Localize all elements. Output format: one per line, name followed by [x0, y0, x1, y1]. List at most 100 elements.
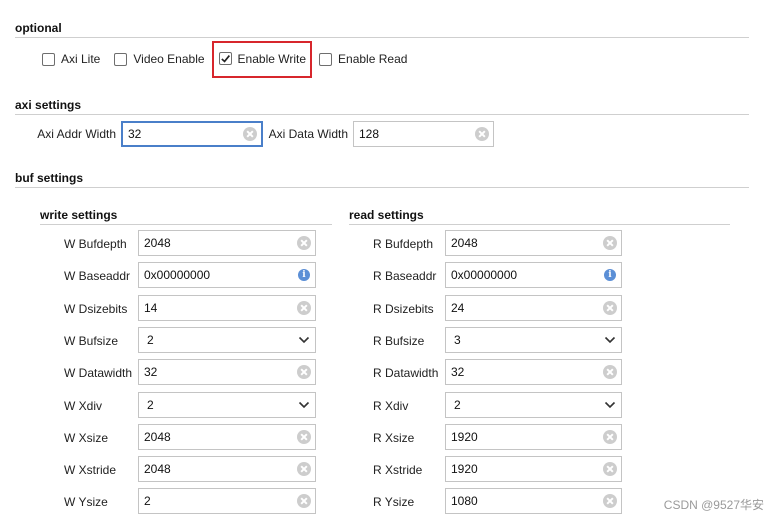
r-ysize-label: R Ysize — [373, 495, 415, 510]
w-ysize-input[interactable]: 2 — [138, 488, 316, 515]
w-datawidth-value: 32 — [144, 365, 158, 380]
clear-icon[interactable] — [293, 494, 315, 509]
w-xstride-input[interactable]: 2048 — [138, 456, 316, 483]
r-baseaddr-label: R Baseaddr — [373, 269, 437, 284]
w-dsizebits-input[interactable]: 14 — [138, 294, 316, 321]
r-ysize-value: 1080 — [451, 494, 478, 509]
buf-divider — [15, 187, 749, 188]
checkbox-label: Video Enable — [133, 52, 205, 66]
checkbox-box-icon[interactable] — [319, 52, 333, 66]
clear-icon[interactable] — [293, 236, 315, 250]
clear-icon[interactable] — [239, 127, 261, 141]
r-xsize-label: R Xsize — [373, 430, 415, 445]
w-bufdepth-value: 2048 — [144, 236, 171, 250]
w-bufdepth-label: W Bufdepth — [64, 237, 127, 251]
w-baseaddr-input[interactable]: 0x00000000 i — [138, 262, 316, 289]
chevron-down-icon[interactable] — [599, 336, 621, 344]
r-ysize-input[interactable]: 1080 — [445, 488, 622, 515]
w-ysize-label: W Ysize — [64, 495, 108, 510]
axi-divider — [15, 114, 749, 115]
clear-icon[interactable] — [599, 236, 621, 250]
r-xdiv-value: 2 — [454, 397, 461, 412]
chevron-down-icon[interactable] — [293, 336, 315, 344]
axi-addr-width-value: 32 — [128, 127, 142, 141]
axi-data-width-value: 128 — [359, 127, 380, 141]
read-settings-divider — [349, 224, 730, 225]
write-settings-title: write settings — [40, 208, 118, 222]
clear-icon[interactable] — [599, 429, 621, 444]
r-datawidth-label: R Datawidth — [373, 366, 439, 381]
buf-section-title: buf settings — [15, 171, 83, 185]
r-bufdepth-value: 2048 — [451, 236, 478, 250]
axi-section-title: axi settings — [15, 98, 82, 112]
r-bufsize-select[interactable]: 3 — [445, 326, 622, 353]
info-icon[interactable]: i — [599, 269, 621, 282]
w-baseaddr-value: 0x00000000 — [144, 268, 211, 283]
checkbox-label: Enable Read — [338, 52, 408, 66]
r-dsizebits-input[interactable]: 24 — [445, 294, 622, 321]
watermark: CSDN @9527华安 — [663, 498, 764, 512]
clear-icon[interactable] — [599, 365, 621, 380]
w-xstride-label: W Xstride — [64, 463, 117, 478]
checkbox-video-enable[interactable]: Video Enable — [114, 52, 205, 66]
axi-data-width-label: Axi Data Width — [268, 127, 348, 141]
checkbox-checked-icon[interactable] — [218, 52, 232, 65]
r-bufsize-value: 3 — [454, 332, 461, 347]
w-xsize-input[interactable]: 2048 — [138, 423, 316, 450]
checkbox-enable-write[interactable]: Enable Write — [211, 40, 313, 78]
clear-icon[interactable] — [293, 365, 315, 380]
checkbox-label: Enable Write — [237, 51, 307, 66]
w-bufsize-label: W Bufsize — [64, 333, 119, 348]
r-dsizebits-label: R Dsizebits — [373, 301, 434, 316]
w-datawidth-input[interactable]: 32 — [138, 359, 316, 386]
chevron-down-icon[interactable] — [599, 401, 621, 409]
r-bufdepth-label: R Bufdepth — [373, 237, 434, 251]
checkbox-label: Axi Lite — [61, 52, 101, 66]
info-icon[interactable]: i — [293, 269, 315, 282]
clear-icon[interactable] — [599, 300, 621, 315]
r-datawidth-input[interactable]: 32 — [445, 359, 622, 386]
w-bufdepth-input[interactable]: 2048 — [138, 230, 316, 256]
r-baseaddr-input[interactable]: 0x00000000 i — [445, 262, 622, 289]
clear-icon[interactable] — [471, 127, 493, 141]
w-bufsize-value: 2 — [147, 332, 154, 347]
checkbox-axi-lite[interactable]: Axi Lite — [42, 52, 100, 66]
clear-icon[interactable] — [599, 462, 621, 477]
checkbox-box-icon[interactable] — [42, 52, 55, 66]
w-xstride-value: 2048 — [144, 462, 171, 477]
axi-data-width-input[interactable]: 128 — [353, 121, 494, 147]
w-dsizebits-value: 14 — [144, 300, 158, 315]
optional-checkbox-row: Axi Lite Video Enable Enable Write Enable R… — [42, 40, 421, 78]
r-xstride-value: 1920 — [451, 462, 478, 477]
w-xdiv-value: 2 — [147, 397, 154, 412]
clear-icon[interactable] — [293, 429, 315, 444]
r-xstride-input[interactable]: 1920 — [445, 456, 622, 483]
write-settings-divider — [40, 224, 332, 225]
w-xsize-label: W Xsize — [64, 430, 109, 445]
w-bufsize-select[interactable]: 2 — [138, 326, 316, 353]
r-xsize-input[interactable]: 1920 — [445, 423, 622, 450]
r-bufsize-label: R Bufsize — [373, 333, 425, 348]
w-xdiv-select[interactable]: 2 — [138, 391, 316, 418]
axi-addr-width-label: Axi Addr Width — [37, 127, 116, 141]
r-baseaddr-value: 0x00000000 — [451, 268, 518, 283]
checkbox-enable-read[interactable]: Enable Read — [319, 52, 407, 66]
clear-icon[interactable] — [599, 494, 621, 509]
w-dsizebits-label: W Dsizebits — [64, 301, 128, 316]
chevron-down-icon[interactable] — [293, 401, 315, 409]
optional-section-title: optional — [15, 21, 62, 35]
axi-addr-width-input[interactable]: 32 — [121, 121, 263, 147]
clear-icon[interactable] — [293, 462, 315, 477]
r-bufdepth-input[interactable]: 2048 — [445, 230, 622, 256]
w-baseaddr-label: W Baseaddr — [64, 269, 131, 284]
read-settings-title: read settings — [349, 208, 424, 222]
w-datawidth-label: W Datawidth — [64, 366, 133, 381]
checkbox-box-icon[interactable] — [114, 52, 128, 66]
r-xdiv-select[interactable]: 2 — [445, 391, 622, 418]
r-dsizebits-value: 24 — [451, 300, 465, 315]
r-xstride-label: R Xstride — [373, 463, 423, 478]
w-ysize-value: 2 — [144, 494, 151, 509]
clear-icon[interactable] — [293, 300, 315, 315]
w-xdiv-label: W Xdiv — [64, 398, 103, 413]
r-datawidth-value: 32 — [451, 365, 465, 380]
